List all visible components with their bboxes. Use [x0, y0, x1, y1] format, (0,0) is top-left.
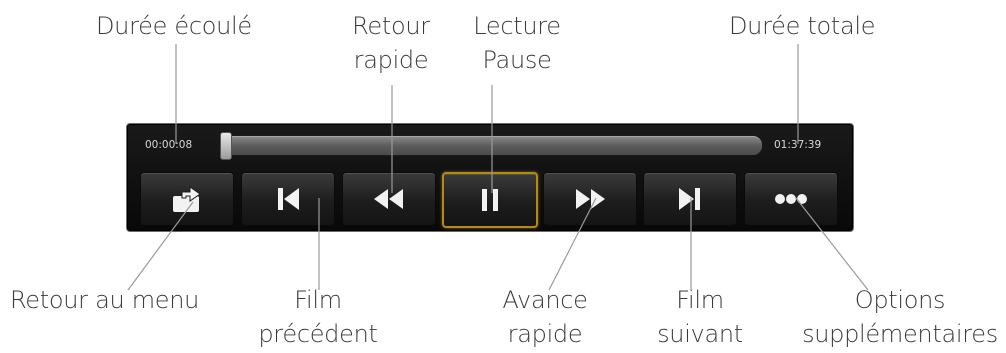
leader-back-menu	[127, 201, 194, 291]
leader-lines	[127, 44, 869, 291]
leader-forward	[548, 197, 597, 291]
leader-options	[795, 197, 869, 291]
